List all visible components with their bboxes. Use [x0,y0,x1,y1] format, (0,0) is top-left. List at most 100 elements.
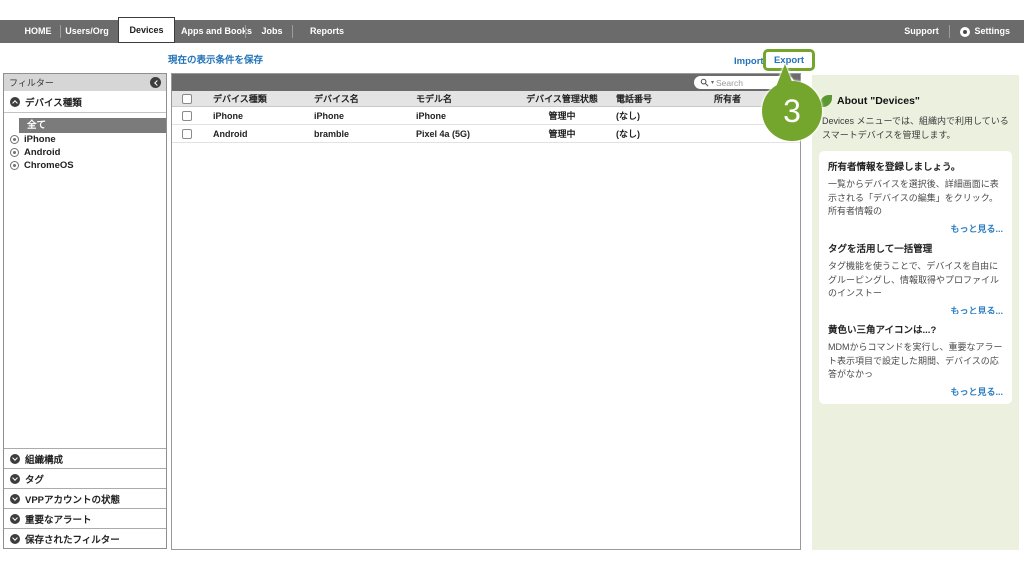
filter-collapsed-sections: 組織構成 タグ VPPアカウントの状態 重要なアラート 保存されたフィルター [4,448,166,548]
search-scope-caret-icon[interactable]: ▾ [711,79,714,86]
filter-option-all[interactable]: 全て [19,118,166,133]
column-header[interactable]: モデル名 [404,92,516,105]
expand-section-icon [10,474,20,484]
expand-section-icon [10,534,20,544]
column-header[interactable]: 電話番号 [608,92,698,105]
help-card-title: 黄色い三角アイコンは...? [828,322,1003,336]
filter-section-device-type[interactable]: デバイス種類 [4,91,166,113]
tab-apps-and-books[interactable]: Apps and Books [181,20,241,43]
table-toolbar: ▾ Search [172,74,800,91]
help-card-owner-info: 所有者情報を登録しましょう。 一覧からデバイスを選択後、詳細画面に表示される「デ… [819,151,1012,241]
filter-section-alerts[interactable]: 重要なアラート [4,508,166,528]
cell-model: Pixel 4a (5G) [404,129,516,139]
tab-users-org[interactable]: Users/Org [61,20,113,43]
tab-reports[interactable]: Reports [299,20,355,43]
nav-divider [949,25,950,38]
collapse-section-icon [10,97,20,107]
cell-device-name: bramble [304,129,404,139]
table-header-row: デバイス種類 デバイス名 モデル名 デバイス管理状態 電話番号 所有者 [172,91,800,107]
table-row[interactable]: iPhone iPhone iPhone 管理中 (なし) [172,107,800,125]
filter-title: フィルター [9,76,150,89]
cell-device-type: iPhone [202,111,304,121]
row-checkbox[interactable] [182,111,192,121]
help-card-tags: タグを活用して一括管理 タグ機能を使うことで、デバイスを自由にグルーピングし、情… [819,233,1012,323]
more-link[interactable]: もっと見る... [828,385,1003,398]
cell-device-name: iPhone [304,111,404,121]
help-card-body: MDMからコマンドを実行し、重要なアラート表示項目で設定した期間、デバイスの応答… [828,341,1003,382]
tab-jobs[interactable]: Jobs [252,20,292,43]
settings-label: Settings [974,20,1010,43]
chevron-left-icon [154,80,160,86]
chevron-up-icon [12,100,18,106]
about-header: About "Devices" [820,95,920,107]
nav-divider [292,25,293,38]
chevron-down-icon [12,455,18,461]
cell-phone: (なし) [608,127,698,140]
top-navbar: HOME Users/Org Devices Apps and Books Jo… [0,20,1024,43]
filter-section-tags[interactable]: タグ [4,468,166,488]
filter-section-label: 重要なアラート [25,512,92,526]
support-link[interactable]: Support [893,20,949,43]
help-card-title: 所有者情報を登録しましょう。 [828,159,1003,173]
chevron-down-icon [12,535,18,541]
radio-icon [10,135,19,144]
filter-section-vpp-account[interactable]: VPPアカウントの状態 [4,488,166,508]
filter-option-label: Android [24,147,60,158]
radio-icon [10,148,19,157]
mdm-devices-screen: HOME Users/Org Devices Apps and Books Jo… [0,0,1024,576]
about-intro-text: Devices メニューでは、組織内で利用しているスマートデバイスを管理します。 [822,115,1014,143]
select-all-checkbox[interactable] [182,94,192,104]
step-annotation-balloon: 3 [756,60,828,144]
filter-option-label: iPhone [24,134,56,145]
cell-device-type: Android [202,129,304,139]
device-table: ▾ Search デバイス種類 デバイス名 モデル名 デバイス管理状態 電話番号… [171,73,801,550]
cell-status: 管理中 [516,127,608,140]
step-number-badge: 3 [762,81,822,141]
expand-section-icon [10,454,20,464]
table-row[interactable]: Android bramble Pixel 4a (5G) 管理中 (なし) [172,125,800,143]
tab-devices[interactable]: Devices [118,17,175,43]
cell-status: 管理中 [516,109,608,122]
filter-section-label: デバイス種類 [25,95,82,109]
nav-divider [245,25,246,38]
about-title: About "Devices" [837,95,920,107]
tab-home[interactable]: HOME [16,20,60,43]
filter-sidebar-header: フィルター [4,74,166,91]
expand-section-icon [10,514,20,524]
gear-icon [960,27,970,37]
filter-option-iphone[interactable]: iPhone [10,134,56,145]
help-card-title: タグを活用して一括管理 [828,241,1003,255]
help-card-yellow-triangle: 黄色い三角アイコンは...? MDMからコマンドを実行し、重要なアラート表示項目… [819,314,1012,404]
chevron-down-icon [12,515,18,521]
filter-section-organization[interactable]: 組織構成 [4,448,166,468]
row-checkbox-cell [172,129,202,139]
filter-section-label: 保存されたフィルター [25,532,120,546]
filter-option-label: ChromeOS [24,160,74,171]
row-checkbox-cell [172,111,202,121]
filter-section-label: タグ [25,472,44,486]
filter-section-label: 組織構成 [25,452,63,466]
collapse-sidebar-button[interactable] [150,77,161,88]
filter-section-saved-filters[interactable]: 保存されたフィルター [4,528,166,548]
cell-phone: (なし) [608,109,698,122]
save-view-link[interactable]: 現在の表示条件を保存 [168,52,263,66]
header-checkbox-cell [172,94,202,104]
filter-option-android[interactable]: Android [10,147,60,158]
help-card-body: タグ機能を使うことで、デバイスを自由にグルーピングし、情報取得やプロファイルのイ… [828,260,1003,301]
chevron-down-icon [12,495,18,501]
radio-icon [10,161,19,170]
chevron-down-icon [12,475,18,481]
cell-model: iPhone [404,111,516,121]
search-icon [700,78,709,87]
help-card-body: 一覧からデバイスを選択後、詳細画面に表示される「デバイスの編集」をクリック。所有… [828,178,1003,219]
filter-sidebar: フィルター デバイス種類 全て iPhone Android ChromeOS … [3,73,167,549]
column-header[interactable]: デバイス管理状態 [516,92,608,105]
help-panel: About "Devices" Devices メニューでは、組織内で利用してい… [812,75,1019,550]
column-header[interactable]: デバイス種類 [202,92,304,105]
filter-section-label: VPPアカウントの状態 [25,492,120,506]
settings-button[interactable]: Settings [960,20,1010,43]
column-header[interactable]: デバイス名 [304,92,404,105]
filter-option-chromeos[interactable]: ChromeOS [10,160,74,171]
expand-section-icon [10,494,20,504]
row-checkbox[interactable] [182,129,192,139]
